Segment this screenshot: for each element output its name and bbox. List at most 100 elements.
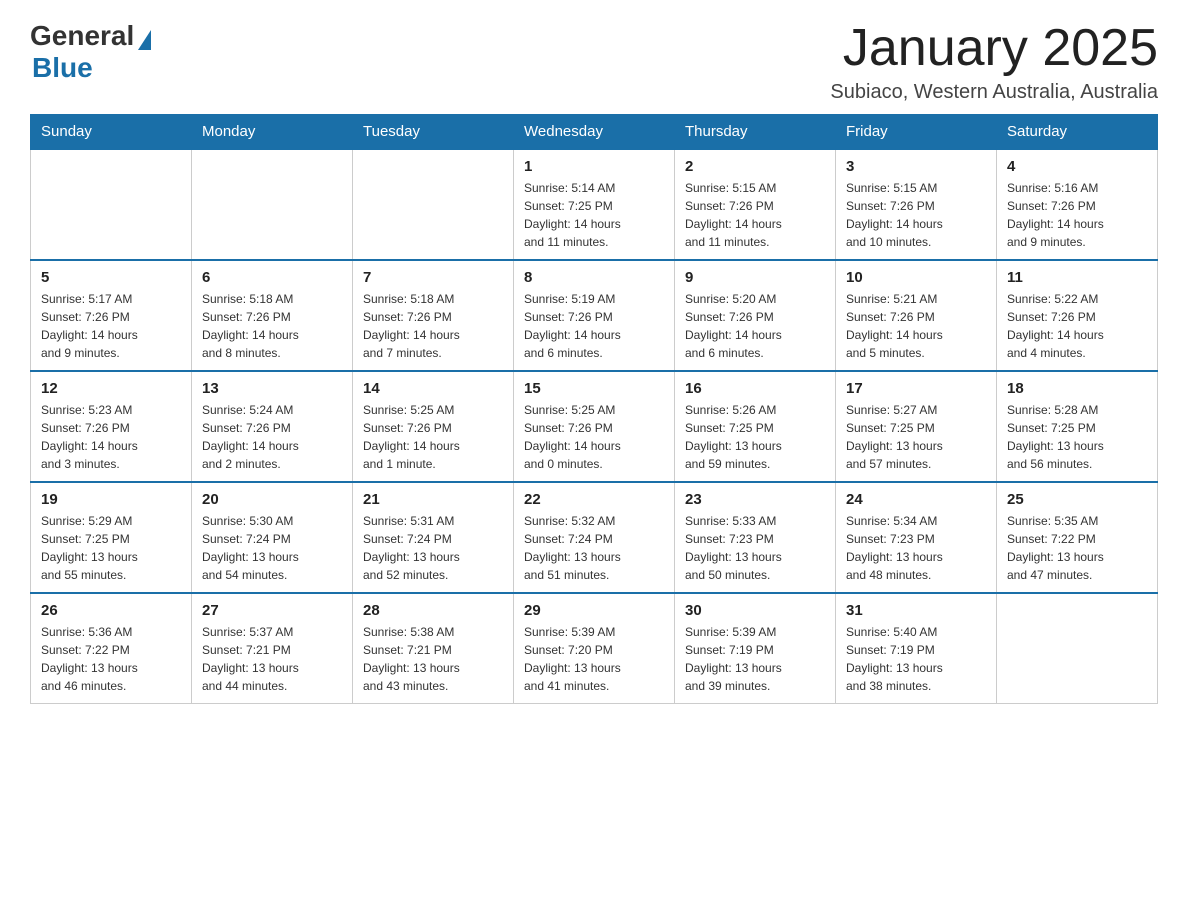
table-row: 17 Sunrise: 5:27 AMSunset: 7:25 PMDayligh… <box>836 371 997 482</box>
title-area: January 2025 Subiaco, Western Australia,… <box>830 20 1158 104</box>
day-number: 30 <box>685 602 825 619</box>
table-row: 24 Sunrise: 5:34 AMSunset: 7:23 PMDayligh… <box>836 482 997 593</box>
table-row: 13 Sunrise: 5:24 AMSunset: 7:26 PMDayligh… <box>192 371 353 482</box>
logo: General Blue <box>30 20 151 84</box>
table-row <box>192 149 353 260</box>
day-info: Sunrise: 5:18 AMSunset: 7:26 PMDaylight:… <box>363 290 503 362</box>
day-info: Sunrise: 5:24 AMSunset: 7:26 PMDaylight:… <box>202 401 342 473</box>
day-number: 24 <box>846 491 986 508</box>
day-number: 4 <box>1007 158 1147 175</box>
table-row: 28Sunrise: 5:38 AMSunset: 7:21 PMDayligh… <box>353 593 514 704</box>
table-row: 1Sunrise: 5:14 AMSunset: 7:25 PMDaylight… <box>514 149 675 260</box>
day-info: Sunrise: 5:18 AMSunset: 7:26 PMDaylight:… <box>202 290 342 362</box>
table-row <box>353 149 514 260</box>
table-row: 7 Sunrise: 5:18 AMSunset: 7:26 PMDaylight… <box>353 260 514 371</box>
day-info: Sunrise: 5:29 AMSunset: 7:25 PMDaylight:… <box>41 512 181 584</box>
table-row: 16Sunrise: 5:26 AMSunset: 7:25 PMDayligh… <box>675 371 836 482</box>
day-info: Sunrise: 5:39 AMSunset: 7:20 PMDaylight:… <box>524 623 664 695</box>
day-info: Sunrise: 5:26 AMSunset: 7:25 PMDaylight:… <box>685 401 825 473</box>
table-row: 3Sunrise: 5:15 AMSunset: 7:26 PMDaylight… <box>836 149 997 260</box>
day-number: 17 <box>846 380 986 397</box>
day-info: Sunrise: 5:28 AMSunset: 7:25 PMDaylight:… <box>1007 401 1147 473</box>
header: General Blue January 2025 Subiaco, Weste… <box>30 20 1158 104</box>
day-info: Sunrise: 5:25 AMSunset: 7:26 PMDaylight:… <box>524 401 664 473</box>
day-number: 28 <box>363 602 503 619</box>
day-info: Sunrise: 5:37 AMSunset: 7:21 PMDaylight:… <box>202 623 342 695</box>
day-info: Sunrise: 5:35 AMSunset: 7:22 PMDaylight:… <box>1007 512 1147 584</box>
table-row: 15 Sunrise: 5:25 AMSunset: 7:26 PMDayligh… <box>514 371 675 482</box>
table-row: 29 Sunrise: 5:39 AMSunset: 7:20 PMDayligh… <box>514 593 675 704</box>
logo-triangle-icon <box>138 30 151 50</box>
day-number: 26 <box>41 602 181 619</box>
day-number: 14 <box>363 380 503 397</box>
day-info: Sunrise: 5:27 AMSunset: 7:25 PMDaylight:… <box>846 401 986 473</box>
day-number: 29 <box>524 602 664 619</box>
table-row: 26 Sunrise: 5:36 AMSunset: 7:22 PMDayligh… <box>31 593 192 704</box>
day-number: 3 <box>846 158 986 175</box>
table-row: 31 Sunrise: 5:40 AMSunset: 7:19 PMDayligh… <box>836 593 997 704</box>
table-row: 6 Sunrise: 5:18 AMSunset: 7:26 PMDaylight… <box>192 260 353 371</box>
logo-blue-text: Blue <box>32 52 93 83</box>
day-number: 6 <box>202 269 342 286</box>
day-number: 7 <box>363 269 503 286</box>
day-info: Sunrise: 5:32 AMSunset: 7:24 PMDaylight:… <box>524 512 664 584</box>
header-thursday: Thursday <box>675 115 836 150</box>
day-info: Sunrise: 5:40 AMSunset: 7:19 PMDaylight:… <box>846 623 986 695</box>
table-row: 5 Sunrise: 5:17 AMSunset: 7:26 PMDaylight… <box>31 260 192 371</box>
day-number: 18 <box>1007 380 1147 397</box>
header-monday: Monday <box>192 115 353 150</box>
day-info: Sunrise: 5:14 AMSunset: 7:25 PMDaylight:… <box>524 179 664 251</box>
table-row <box>31 149 192 260</box>
day-number: 15 <box>524 380 664 397</box>
day-number: 12 <box>41 380 181 397</box>
day-number: 19 <box>41 491 181 508</box>
day-number: 8 <box>524 269 664 286</box>
day-info: Sunrise: 5:21 AMSunset: 7:26 PMDaylight:… <box>846 290 986 362</box>
location-subtitle: Subiaco, Western Australia, Australia <box>830 81 1158 104</box>
day-info: Sunrise: 5:17 AMSunset: 7:26 PMDaylight:… <box>41 290 181 362</box>
day-info: Sunrise: 5:34 AMSunset: 7:23 PMDaylight:… <box>846 512 986 584</box>
table-row: 23 Sunrise: 5:33 AMSunset: 7:23 PMDayligh… <box>675 482 836 593</box>
table-row: 14 Sunrise: 5:25 AMSunset: 7:26 PMDayligh… <box>353 371 514 482</box>
day-info: Sunrise: 5:19 AMSunset: 7:26 PMDaylight:… <box>524 290 664 362</box>
day-number: 31 <box>846 602 986 619</box>
table-row: 19 Sunrise: 5:29 AMSunset: 7:25 PMDayligh… <box>31 482 192 593</box>
day-number: 10 <box>846 269 986 286</box>
table-row: 18 Sunrise: 5:28 AMSunset: 7:25 PMDayligh… <box>997 371 1158 482</box>
header-friday: Friday <box>836 115 997 150</box>
table-row: 9 Sunrise: 5:20 AMSunset: 7:26 PMDaylight… <box>675 260 836 371</box>
day-number: 11 <box>1007 269 1147 286</box>
table-row: 21Sunrise: 5:31 AMSunset: 7:24 PMDayligh… <box>353 482 514 593</box>
calendar-week-row: 19 Sunrise: 5:29 AMSunset: 7:25 PMDayligh… <box>31 482 1158 593</box>
day-info: Sunrise: 5:22 AMSunset: 7:26 PMDaylight:… <box>1007 290 1147 362</box>
table-row: 2Sunrise: 5:15 AMSunset: 7:26 PMDaylight… <box>675 149 836 260</box>
day-info: Sunrise: 5:25 AMSunset: 7:26 PMDaylight:… <box>363 401 503 473</box>
day-number: 25 <box>1007 491 1147 508</box>
table-row: 30 Sunrise: 5:39 AMSunset: 7:19 PMDayligh… <box>675 593 836 704</box>
day-number: 23 <box>685 491 825 508</box>
calendar-week-row: 12Sunrise: 5:23 AMSunset: 7:26 PMDayligh… <box>31 371 1158 482</box>
calendar-header-row: Sunday Monday Tuesday Wednesday Thursday… <box>31 115 1158 150</box>
day-number: 5 <box>41 269 181 286</box>
table-row <box>997 593 1158 704</box>
table-row: 11 Sunrise: 5:22 AMSunset: 7:26 PMDayligh… <box>997 260 1158 371</box>
calendar-table: Sunday Monday Tuesday Wednesday Thursday… <box>30 114 1158 704</box>
day-info: Sunrise: 5:20 AMSunset: 7:26 PMDaylight:… <box>685 290 825 362</box>
table-row: 27 Sunrise: 5:37 AMSunset: 7:21 PMDayligh… <box>192 593 353 704</box>
day-number: 27 <box>202 602 342 619</box>
day-number: 22 <box>524 491 664 508</box>
day-number: 13 <box>202 380 342 397</box>
day-info: Sunrise: 5:16 AMSunset: 7:26 PMDaylight:… <box>1007 179 1147 251</box>
table-row: 25 Sunrise: 5:35 AMSunset: 7:22 PMDayligh… <box>997 482 1158 593</box>
day-number: 9 <box>685 269 825 286</box>
table-row: 12Sunrise: 5:23 AMSunset: 7:26 PMDayligh… <box>31 371 192 482</box>
day-info: Sunrise: 5:36 AMSunset: 7:22 PMDaylight:… <box>41 623 181 695</box>
header-wednesday: Wednesday <box>514 115 675 150</box>
day-info: Sunrise: 5:33 AMSunset: 7:23 PMDaylight:… <box>685 512 825 584</box>
day-info: Sunrise: 5:39 AMSunset: 7:19 PMDaylight:… <box>685 623 825 695</box>
table-row: 20Sunrise: 5:30 AMSunset: 7:24 PMDayligh… <box>192 482 353 593</box>
header-tuesday: Tuesday <box>353 115 514 150</box>
calendar-week-row: 1Sunrise: 5:14 AMSunset: 7:25 PMDaylight… <box>31 149 1158 260</box>
table-row: 8 Sunrise: 5:19 AMSunset: 7:26 PMDaylight… <box>514 260 675 371</box>
calendar-week-row: 5 Sunrise: 5:17 AMSunset: 7:26 PMDaylight… <box>31 260 1158 371</box>
